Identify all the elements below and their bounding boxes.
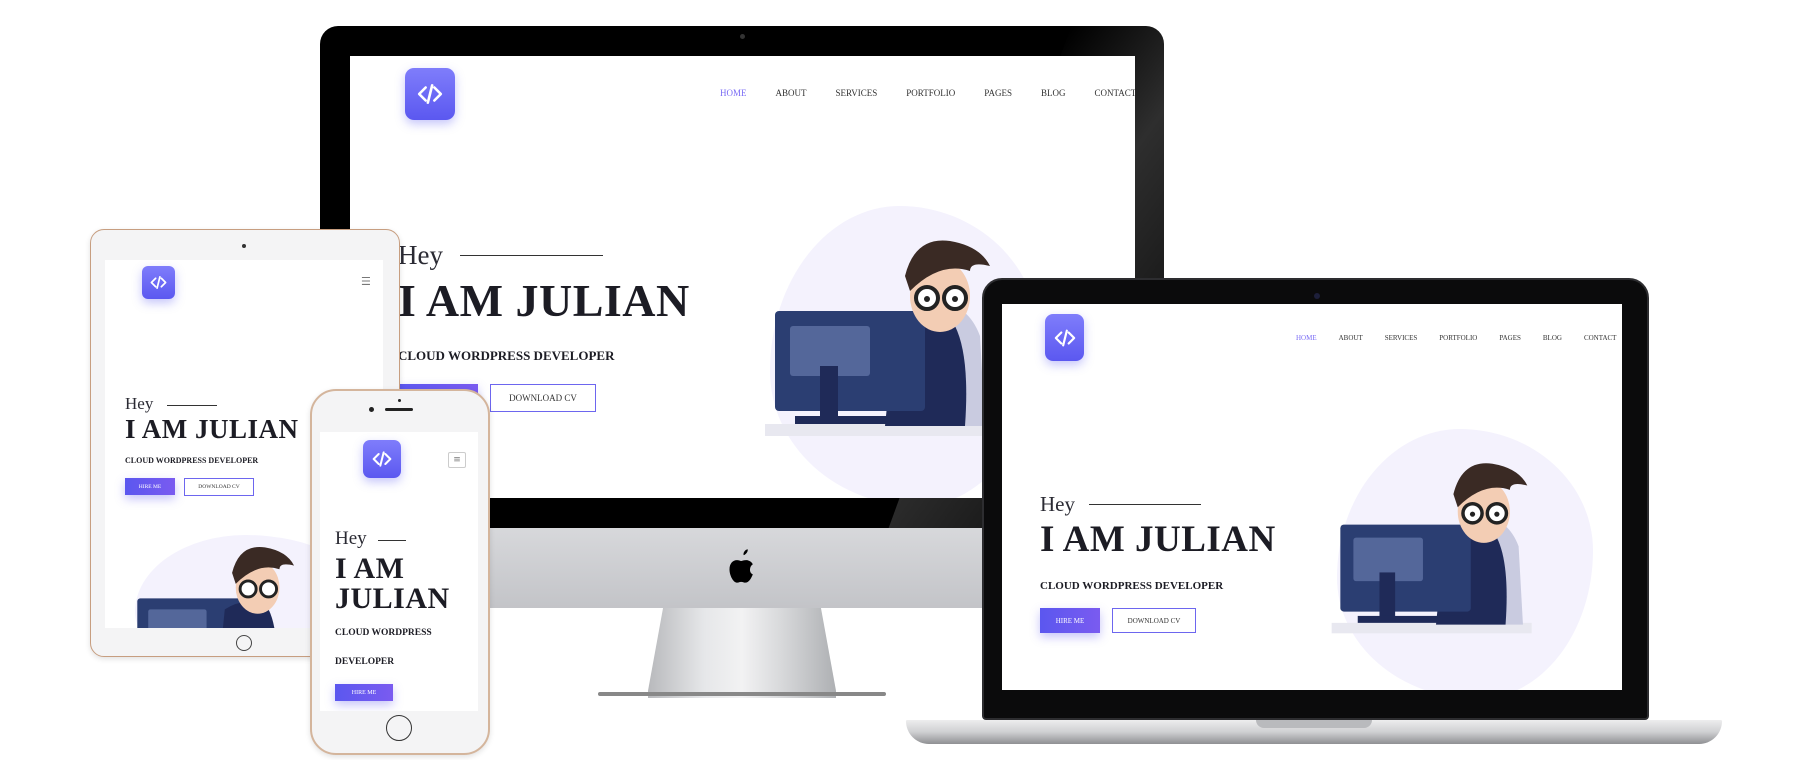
laptop-hero-greeting: Hey — [1040, 492, 1075, 516]
nav-contact[interactable]: CONTACT — [1094, 88, 1135, 98]
phone-hero-role-line1: CLOUD WORDPRESS — [335, 628, 432, 638]
nav-pages[interactable]: PAGES — [984, 88, 1012, 98]
code-brackets-icon — [1054, 329, 1075, 346]
imac-camera — [740, 34, 745, 39]
laptop-nav-about[interactable]: ABOUT — [1339, 334, 1363, 342]
code-brackets-icon — [150, 275, 167, 290]
tablet-developer-illustration — [137, 546, 295, 628]
laptop-hero-role: CLOUD WORDPRESS DEVELOPER — [1040, 580, 1224, 592]
laptop-camera — [1314, 293, 1320, 299]
laptop-nav-services[interactable]: SERVICES — [1385, 334, 1418, 342]
hero-name: I AM JULIAN — [398, 275, 690, 326]
laptop-nav-pages[interactable]: PAGES — [1499, 334, 1521, 342]
laptop-nav-portfolio[interactable]: PORTFOLIO — [1439, 334, 1477, 342]
tablet-hero-name: I AM JULIAN — [125, 414, 299, 444]
phone-hero-role-line2: DEVELOPER — [335, 657, 395, 667]
tablet-camera — [242, 244, 246, 248]
code-brackets-icon — [372, 451, 392, 467]
hero-greeting: Hey — [398, 240, 443, 270]
code-brackets-icon — [417, 84, 443, 104]
phone-hero-greeting: Hey — [335, 528, 367, 549]
imac-stand — [648, 608, 836, 698]
phone-camera — [369, 407, 374, 412]
laptop-download-cv-button[interactable]: DOWNLOAD CV — [1112, 608, 1196, 633]
hero-greeting-line — [460, 255, 603, 256]
nav-services[interactable]: SERVICES — [836, 88, 878, 98]
laptop-hire-me-button[interactable]: HIRE ME — [1040, 608, 1100, 633]
laptop-hero-name: I AM JULIAN — [1040, 519, 1276, 560]
hamburger-menu-icon[interactable]: ☰ — [361, 275, 371, 288]
laptop-nav-home[interactable]: HOME — [1296, 334, 1317, 342]
apple-logo-icon — [729, 549, 753, 583]
laptop-greeting-line — [1089, 504, 1201, 505]
phone-screen: ≡ Hey I AM JULIAN CLOUD WORDPRESS DEVELO… — [320, 432, 478, 711]
hero-role: CLOUD WORDPRESS DEVELOPER — [398, 348, 615, 363]
phone-device: ≡ Hey I AM JULIAN CLOUD WORDPRESS DEVELO… — [310, 389, 490, 755]
tablet-greeting-line — [167, 405, 217, 406]
phone-greeting-line — [378, 540, 406, 541]
laptop-nav-contact[interactable]: CONTACT — [1584, 334, 1617, 342]
nav-about[interactable]: ABOUT — [776, 88, 807, 98]
nav-portfolio[interactable]: PORTFOLIO — [906, 88, 955, 98]
tablet-logo[interactable] — [142, 266, 175, 299]
laptop-logo[interactable] — [1045, 314, 1084, 361]
phone-home-button[interactable] — [386, 715, 412, 741]
phone-top-dot — [398, 399, 401, 402]
phone-earpiece — [385, 408, 413, 411]
imac-nav: HOME ABOUT SERVICES PORTFOLIO PAGES BLOG… — [720, 88, 1135, 98]
laptop-nav: HOME ABOUT SERVICES PORTFOLIO PAGES BLOG… — [1296, 334, 1616, 342]
nav-home[interactable]: HOME — [720, 88, 747, 98]
phone-hero-name-line1: I AM — [335, 552, 405, 585]
tablet-hero-greeting: Hey — [125, 394, 154, 413]
tablet-hero-role: CLOUD WORDPRESS DEVELOPER — [125, 456, 259, 465]
laptop-nav-blog[interactable]: BLOG — [1543, 334, 1562, 342]
imac-stand-base — [598, 692, 886, 696]
phone-hire-me-button[interactable]: HIRE ME — [335, 684, 393, 701]
laptop-notch — [1256, 720, 1372, 728]
tablet-home-button[interactable] — [236, 635, 252, 651]
nav-blog[interactable]: BLOG — [1041, 88, 1066, 98]
tablet-hire-me-button[interactable]: HIRE ME — [125, 478, 175, 495]
laptop-developer-illustration — [1331, 463, 1532, 634]
hamburger-menu-icon: ≡ — [453, 455, 461, 465]
tablet-download-cv-button[interactable]: DOWNLOAD CV — [184, 478, 254, 496]
phone-menu-button[interactable]: ≡ — [448, 452, 466, 468]
phone-hero-name-line2: JULIAN — [335, 582, 450, 615]
phone-logo[interactable] — [363, 440, 401, 478]
imac-logo[interactable] — [405, 68, 455, 120]
laptop-device: HOME ABOUT SERVICES PORTFOLIO PAGES BLOG… — [906, 278, 1722, 760]
download-cv-button[interactable]: DOWNLOAD CV — [490, 384, 596, 412]
laptop-screen: HOME ABOUT SERVICES PORTFOLIO PAGES BLOG… — [1002, 304, 1622, 690]
